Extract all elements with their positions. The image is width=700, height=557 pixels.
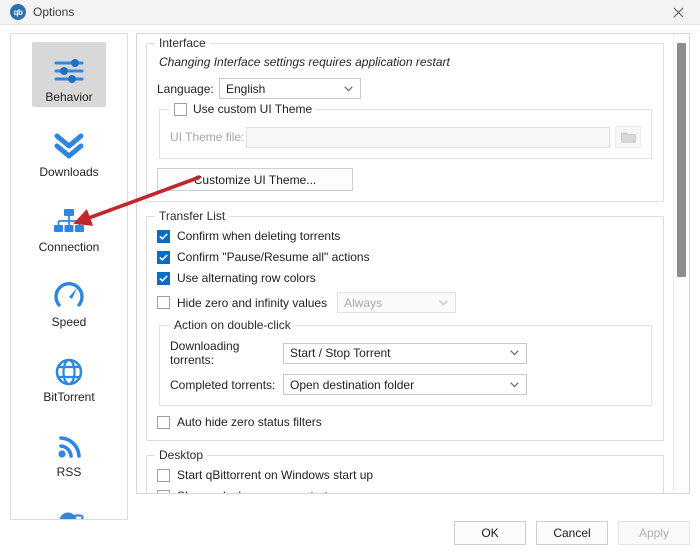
completed-action-value: Open destination folder (290, 377, 415, 392)
language-label: Language: (157, 81, 214, 96)
auto-hide-filters-row[interactable]: Auto hide zero status filters (157, 415, 653, 429)
cancel-button[interactable]: Cancel (536, 521, 608, 545)
ok-button[interactable]: OK (454, 521, 526, 545)
completed-action-row: Completed torrents: Open destination fol… (170, 374, 641, 395)
start-on-windows-checkbox[interactable] (157, 468, 170, 482)
transfer-list-group: Transfer List Confirm when deleting torr… (146, 209, 664, 441)
options-sidebar[interactable]: Behavior Downloads Connection Speed BitT… (10, 33, 128, 520)
language-row: Language: English (157, 78, 653, 99)
language-value: English (226, 81, 266, 96)
downloading-action-label: Downloading torrents: (170, 339, 240, 367)
sidebar-item-bittorrent[interactable]: BitTorrent (11, 338, 127, 413)
interface-group-title: Interface (155, 36, 210, 50)
chevron-down-icon (508, 347, 520, 359)
sidebar-item-web-ui[interactable]: Web UI (11, 488, 127, 519)
confirm-pause-resume-label: Confirm "Pause/Resume all" actions (177, 250, 370, 264)
chevron-down-icon (437, 297, 449, 309)
chevron-down-icon (342, 83, 354, 95)
sidebar-item-speed[interactable]: Speed (11, 263, 127, 338)
double-click-group: Action on double-click Downloading torre… (159, 318, 652, 406)
qbittorrent-logo-icon: qb (10, 4, 26, 20)
double-chevron-down-icon (40, 120, 98, 162)
restart-note: Changing Interface settings requires app… (159, 55, 450, 69)
folder-icon[interactable] (615, 126, 641, 148)
options-scroll-area: Interface Changing Interface settings re… (137, 34, 673, 493)
chevron-down-icon (508, 379, 520, 391)
hide-zero-checkbox[interactable] (157, 296, 170, 309)
splash-screen-label: Show splash screen on start up (177, 489, 344, 493)
customize-theme-row: Customize UI Theme... (157, 168, 653, 191)
custom-theme-group: Use custom UI Theme UI Theme file: (159, 102, 652, 159)
options-dialog-body: Behavior Downloads Connection Speed BitT… (0, 25, 700, 557)
auto-hide-filters-label: Auto hide zero status filters (177, 415, 322, 429)
splash-screen-row[interactable]: Show splash screen on start up (157, 489, 653, 493)
vertical-scrollbar[interactable] (673, 34, 689, 493)
confirm-delete-row[interactable]: Confirm when deleting torrents (157, 229, 653, 243)
downloading-action-value: Start / Stop Torrent (290, 346, 391, 360)
downloading-action-select[interactable]: Start / Stop Torrent (283, 342, 527, 364)
title-bar: qb Options (0, 0, 700, 25)
splash-screen-checkbox[interactable] (157, 489, 170, 493)
confirm-pause-resume-checkbox[interactable] (157, 250, 170, 264)
transfer-list-group-title: Transfer List (155, 209, 230, 223)
start-on-windows-row[interactable]: Start qBittorrent on Windows start up (157, 468, 653, 482)
downloading-action-row: Downloading torrents: Start / Stop Torre… (170, 339, 641, 367)
double-click-group-title: Action on double-click (170, 318, 295, 332)
scrollbar-thumb[interactable] (677, 43, 686, 277)
sidebar-item-label: Downloads (39, 165, 99, 179)
sidebar-item-connection[interactable]: Connection (11, 188, 127, 263)
alternating-rows-checkbox[interactable] (157, 271, 170, 285)
sidebar-item-label: Speed (51, 315, 87, 329)
dialog-buttons: OK Cancel Apply (454, 521, 690, 545)
use-custom-theme-row[interactable]: Use custom UI Theme (170, 102, 317, 116)
sidebar-item-behavior[interactable]: Behavior (11, 38, 127, 113)
hide-zero-value: Always (344, 295, 383, 310)
speedometer-icon (40, 270, 98, 312)
completed-action-select[interactable]: Open destination folder (283, 374, 527, 395)
sidebar-item-downloads[interactable]: Downloads (11, 113, 127, 188)
theme-file-row: UI Theme file: (170, 126, 641, 148)
theme-file-input[interactable] (246, 126, 610, 148)
sidebar-item-label: RSS (56, 465, 82, 479)
hide-zero-label: Hide zero and infinity values (177, 295, 328, 310)
start-on-windows-label: Start qBittorrent on Windows start up (177, 468, 374, 482)
confirm-pause-resume-row[interactable]: Confirm "Pause/Resume all" actions (157, 250, 653, 264)
desktop-group-title: Desktop (155, 448, 208, 462)
sidebar-item-label: Behavior (45, 90, 93, 104)
desktop-group: Desktop Start qBittorrent on Windows sta… (146, 448, 664, 493)
sidebar-item-rss[interactable]: RSS (11, 413, 127, 488)
confirm-delete-checkbox[interactable] (157, 229, 170, 243)
window-title: Options (33, 5, 75, 19)
completed-action-label: Completed torrents: (170, 377, 276, 392)
hide-zero-row[interactable]: Hide zero and infinity values Always (157, 292, 653, 313)
auto-hide-filters-checkbox[interactable] (157, 415, 170, 429)
alternating-rows-row[interactable]: Use alternating row colors (157, 271, 653, 285)
customize-ui-theme-button[interactable]: Customize UI Theme... (157, 168, 353, 191)
rss-icon (40, 420, 98, 462)
close-icon[interactable] (656, 0, 700, 25)
apply-button[interactable]: Apply (618, 521, 690, 545)
confirm-delete-label: Confirm when deleting torrents (177, 229, 341, 243)
hide-zero-select[interactable]: Always (337, 292, 457, 313)
sliders-icon (40, 45, 98, 87)
theme-file-label: UI Theme file: (170, 130, 245, 144)
options-content-panel: Interface Changing Interface settings re… (136, 33, 690, 494)
use-custom-theme-checkbox[interactable] (174, 102, 187, 116)
interface-group: Interface Changing Interface settings re… (146, 36, 664, 202)
language-select[interactable]: English (219, 78, 361, 99)
network-nodes-icon (40, 195, 98, 237)
planet-icon (40, 495, 98, 519)
close-glyph (673, 7, 683, 18)
alternating-rows-label: Use alternating row colors (177, 271, 316, 285)
use-custom-theme-label: Use custom UI Theme (193, 102, 313, 116)
sidebar-item-label: BitTorrent (43, 390, 95, 404)
sidebar-item-label: Connection (38, 240, 100, 254)
globe-icon (40, 345, 98, 387)
